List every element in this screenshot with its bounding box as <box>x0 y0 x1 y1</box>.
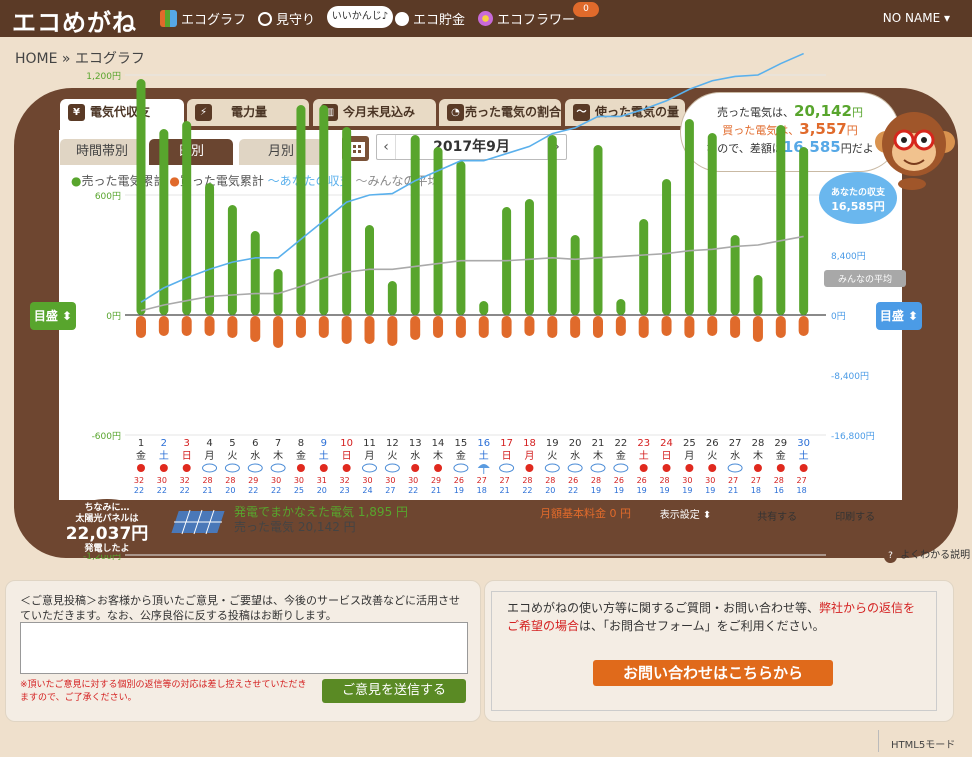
tab-used-amount-label: 使った電気の量 <box>595 105 680 119</box>
calendar-icon[interactable] <box>342 136 369 161</box>
tab-sold-ratio-label: 売った電気の割合 <box>465 105 562 119</box>
sold-row: 売った電気 20,142 円 <box>234 518 356 535</box>
nav-eco-savings[interactable]: エコ貯金 <box>395 9 465 28</box>
contact-form-button[interactable]: お問い合わせはこちらから <box>593 660 833 686</box>
sold-label: 売った電気 <box>234 520 295 534</box>
legend-bought-dot: ● <box>169 174 180 188</box>
generated-value: 1,895 円 <box>357 505 409 519</box>
sun-badge-line3: 発電したよ <box>84 544 130 554</box>
summary-sold-value: 20,142 <box>794 102 852 120</box>
chart-legend: ●売った電気累計 ●買った電気累計 〜あなたの収支 〜みんなの平均 <box>71 172 440 189</box>
yen-icon: ¥ <box>68 104 85 121</box>
legend-avg-label: みんなの平均 <box>367 174 440 188</box>
nav-mimamori-label: 見守り <box>276 13 316 28</box>
prev-month-button[interactable]: ‹ <box>377 135 395 159</box>
next-month-button[interactable]: › <box>548 135 566 159</box>
left-tick-label: 1,200円 <box>86 71 121 82</box>
legend-sold-dot: ● <box>71 174 82 188</box>
monkey-mascot-icon <box>866 100 956 190</box>
solar-generation-badge: ちなみに… 太陽光パネルは 22,037円 発電したよ <box>62 499 152 555</box>
comment-section: ＜ご意見投稿＞お客様から頂いたご意見・ご要望は、今後のサービス改善などに活用させ… <box>5 580 481 722</box>
speech-icon <box>740 511 754 523</box>
print-button[interactable]: 印刷する <box>820 508 875 523</box>
bolt-icon: ⚡ <box>195 104 212 121</box>
tab-power-label: 電力量 <box>231 105 268 119</box>
tab-sold-ratio[interactable]: ◔ 売った電気の割合 <box>439 99 561 126</box>
help-icon: ? <box>884 550 897 563</box>
contact-text: エコめがねの使い方等に関するご質問・お問い合わせ等、弊社からの返信をご希望の場合… <box>507 599 927 635</box>
flower-count-badge: 0 <box>573 2 599 17</box>
generated-label: 発電でまかなえた電気 <box>234 505 355 519</box>
tab-month-end-forecast-label: 今月末見込み <box>343 105 416 119</box>
tab-used-amount[interactable]: 〜 使った電気の量 <box>565 99 685 126</box>
share-button[interactable]: 共有する <box>740 508 797 523</box>
sold-value: 20,142 円 <box>297 520 356 534</box>
app-logo[interactable]: エコめがね <box>12 3 137 38</box>
print-icon <box>820 511 832 523</box>
nav-eco-savings-label: エコ貯金 <box>413 13 466 28</box>
summary-sold-prefix: 売った電気は、 <box>717 106 795 119</box>
help-link[interactable]: ? よくわかる説明 <box>884 546 970 563</box>
share-label: 共有する <box>757 512 798 523</box>
comment-intro: ＜ご意見投稿＞お客様から頂いたご意見・ご要望は、今後のサービス改善などに活用させ… <box>20 594 460 622</box>
chart-icon: ▥ <box>321 104 338 121</box>
month-label: 2017年9月 <box>395 135 548 159</box>
submit-comment-button[interactable]: ご意見を送信する <box>322 679 466 703</box>
contact-text2: は、「お問合せフォーム」をご利用ください。 <box>579 619 825 633</box>
comment-note: ※頂いたご意見に対する個別の返信等の対応は差し控えさせていただきますので、ご了承… <box>20 680 307 703</box>
breadcrumb[interactable]: HOME » エコグラフ <box>15 48 145 68</box>
html5-mode-toggle[interactable]: HTML5モード <box>878 730 962 752</box>
base-fee: 月額基本料金 0 円 <box>540 507 631 520</box>
summary-diff-prefix: なので、差額は <box>706 142 783 155</box>
nav-ecograph-label: エコグラフ <box>181 13 247 28</box>
month-selector: ‹ 2017年9月 › <box>376 134 567 160</box>
nav-mimamori[interactable]: 見守り <box>258 9 315 28</box>
bar-chart-icon <box>160 10 177 27</box>
flower-icon <box>478 11 493 26</box>
sun-badge-value: 22,037円 <box>65 524 149 544</box>
solar-panel-icon <box>168 508 228 536</box>
contact-text1: エコめがねの使い方等に関するご質問・お問い合わせ等、 <box>507 601 820 615</box>
right-scale-button[interactable]: 目盛 ⬍ <box>876 302 922 330</box>
help-label: よくわかる説明 <box>900 550 971 561</box>
tab-month-end-forecast[interactable]: ▥ 今月末見込み <box>313 99 436 126</box>
summary-diff-value: 16,585 <box>782 138 841 156</box>
print-label: 印刷する <box>835 512 876 523</box>
nav-ecograph[interactable]: エコグラフ <box>160 9 246 28</box>
nav-eco-flower-label: エコフラワー <box>497 13 576 28</box>
summary-bought-unit: 円 <box>846 124 858 137</box>
wave-icon: 〜 <box>573 104 590 121</box>
sun-badge-line1: ちなみに… <box>84 503 130 513</box>
subtab-monthly[interactable]: 月別 <box>239 139 323 165</box>
legend-avg-line: 〜 <box>355 174 368 188</box>
user-menu[interactable]: NO NAME ▾ <box>883 11 950 25</box>
legend-bought-label: 買った電気累計 <box>179 174 264 188</box>
legend-sold-label: 売った電気累計 <box>81 174 166 188</box>
magnifier-icon <box>258 11 272 26</box>
comment-textarea[interactable] <box>20 622 468 674</box>
subtab-daily[interactable]: 日別 <box>149 139 233 165</box>
summary-sold-unit: 円 <box>851 106 863 119</box>
contact-section: エコめがねの使い方等に関するご質問・お問い合わせ等、弊社からの返信をご希望の場合… <box>484 580 954 722</box>
summary-bought-prefix: 買った電気は、 <box>722 124 800 137</box>
tab-power[interactable]: ⚡ 電力量 <box>187 99 309 126</box>
nav-eco-flower[interactable]: エコフラワー <box>478 9 575 28</box>
legend-yours-line: 〜 <box>267 174 280 188</box>
left-scale-button[interactable]: 目盛 ⬍ <box>30 302 76 330</box>
legend-yours-label: あなたの収支 <box>279 174 352 188</box>
tab-cost-balance-label: 電気代収支 <box>90 105 151 119</box>
summary-bought-value: 3,557 <box>799 120 847 138</box>
subtab-hourly[interactable]: 時間帯別 <box>60 139 144 165</box>
watch-status-bubble: いいかんじ♪ <box>327 6 393 28</box>
tab-cost-balance[interactable]: ¥ 電気代収支 <box>60 99 184 130</box>
pie-icon: ◔ <box>447 104 464 121</box>
coin-icon <box>395 11 409 26</box>
top-bar: エコめがね エコグラフ 見守り いいかんじ♪ エコ貯金 エコフラワー 0 NO … <box>0 0 972 37</box>
display-settings-button[interactable]: 表示設定 ⬍ <box>654 507 717 525</box>
